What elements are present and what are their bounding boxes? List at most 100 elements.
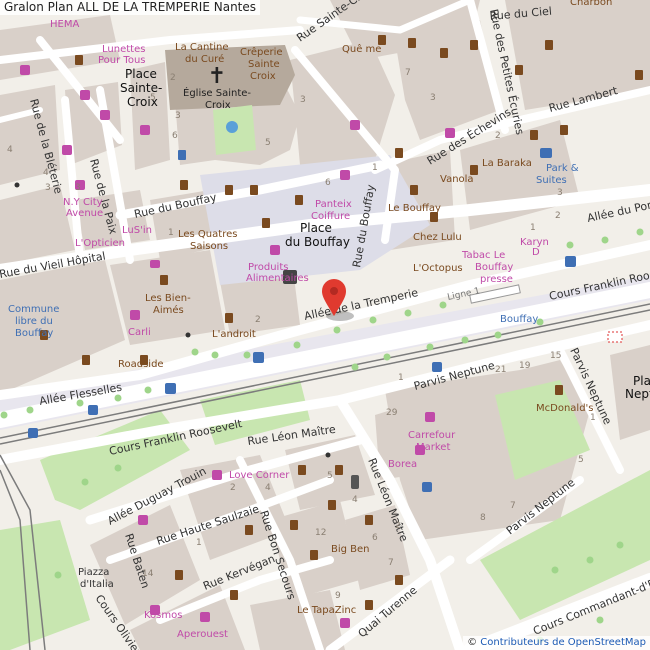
house-number: 2 [230, 483, 236, 493]
house-number: 6 [172, 131, 178, 141]
osm-attribution-link[interactable]: Contributeurs de OpenStreetMap [480, 637, 646, 648]
tree [426, 343, 434, 351]
church-label: Croix [205, 100, 231, 111]
parking-box [607, 331, 623, 343]
house-number: 5 [265, 138, 271, 148]
hotel-icon [540, 148, 552, 158]
church-cross-icon: ✝ [208, 64, 226, 89]
poi-label: Market [416, 442, 450, 453]
bicycle-icon [432, 362, 442, 372]
hairdresser-icon [340, 170, 350, 180]
house-number: 2 [255, 315, 261, 325]
tree [596, 616, 604, 624]
tree [54, 571, 62, 579]
attribution-prefix: © [467, 637, 481, 648]
poi-label: Crêperie [240, 46, 283, 58]
poi-label: Alimentaires [246, 273, 309, 284]
house-number: 7 [510, 501, 516, 511]
map-view[interactable]: ✝ Rue du Vieil Hôpital Rue de la Bléteri… [0, 0, 650, 650]
tree [636, 228, 644, 236]
fountain-icon [226, 121, 238, 133]
poi-label: L'Opticien [75, 238, 125, 249]
house-number: 5 [150, 93, 156, 103]
restaurant-icon [545, 40, 553, 50]
restaurant-icon [250, 185, 258, 195]
house-number: 1 [372, 163, 378, 173]
restaurant-icon [440, 48, 448, 58]
poi-label: HEMA [50, 19, 79, 30]
house-number: 1 [168, 228, 174, 238]
tree [616, 541, 624, 549]
place-label: du Bouffay [285, 235, 350, 249]
restaurant-icon [310, 550, 318, 560]
house-number: 5 [578, 455, 584, 465]
house-number: 12 [315, 528, 326, 538]
poi-label: Kosmos [144, 610, 182, 621]
tree [383, 353, 391, 361]
poi-label: presse [480, 274, 513, 285]
house-number: 2 [555, 211, 561, 221]
house-number: 4 [352, 495, 358, 505]
cafe-icon [365, 515, 373, 525]
bus-stop-dot [325, 452, 331, 458]
tree [351, 363, 359, 371]
shop-clothes-icon [20, 65, 30, 75]
restaurant-icon [245, 525, 253, 535]
house-number: 21 [495, 365, 506, 375]
restaurant-icon [635, 70, 643, 80]
shop-icon [130, 310, 140, 320]
restaurant-icon [295, 195, 303, 205]
tree [293, 341, 301, 349]
house-number: 4 [7, 145, 13, 155]
poi-label: Borea [388, 459, 417, 470]
tree [494, 331, 502, 339]
poi-label: N.Y City [63, 197, 103, 208]
poi-label: Chez Lulu [413, 232, 462, 243]
house-number: 1 [196, 538, 202, 548]
tree [333, 326, 341, 334]
house-number: 3 [175, 111, 181, 121]
tree [369, 316, 377, 324]
house-number: 4 [43, 168, 49, 178]
tree [144, 386, 152, 394]
place-label: Sainte- [120, 81, 162, 95]
house-number: 1 [590, 413, 596, 423]
poi-label: Panteix [315, 199, 352, 210]
poi-label: Quê me [342, 43, 381, 55]
cafe-icon [410, 185, 418, 195]
parking-icon [565, 256, 576, 267]
supermarket-icon [425, 412, 435, 422]
restaurant-icon [530, 130, 538, 140]
cafe-icon [225, 313, 233, 323]
bicycle-icon [28, 428, 38, 438]
house-number: 14 [142, 569, 154, 579]
poi-label: Bouffay [15, 328, 53, 339]
bicycle-parking-icon [88, 405, 98, 415]
house-number: 5 [327, 471, 333, 481]
tree [601, 236, 609, 244]
map-attribution: © Contributeurs de OpenStreetMap [463, 636, 650, 650]
shop-bag-icon [62, 145, 72, 155]
restaurant-icon [515, 65, 523, 75]
house-number: 2 [395, 521, 401, 531]
fastfood-icon [555, 385, 563, 395]
poi-label: Les Quatres [178, 229, 237, 240]
house-number: 2 [495, 131, 501, 141]
house-number: 4 [265, 483, 271, 493]
poi-label: Le Bouffay [388, 203, 441, 214]
poi-label: Coiffure [311, 211, 350, 222]
shop-icon [445, 128, 455, 138]
shop-icon [340, 618, 350, 628]
tree [439, 301, 447, 309]
monument-icon [351, 475, 359, 489]
poi-label: LuS'in [122, 225, 152, 236]
shop-clothes-icon [100, 110, 110, 120]
tree [81, 478, 89, 486]
cafe-icon [395, 148, 403, 158]
bicycle-icon [422, 482, 432, 492]
poi-label: Sainte [248, 59, 280, 70]
shop-icon [350, 120, 360, 130]
pharmacy-icon [212, 470, 222, 480]
poi-label: Carrefour [408, 430, 456, 441]
parking-icon [165, 383, 176, 394]
